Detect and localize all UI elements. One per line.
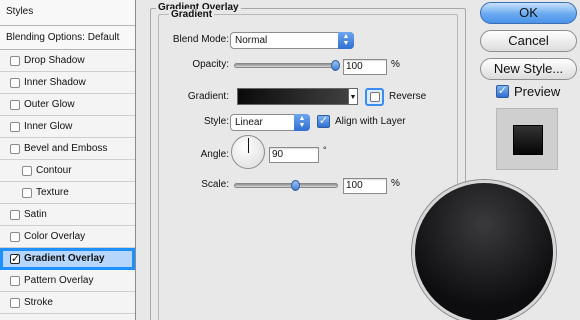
gradient-swatch[interactable] bbox=[237, 88, 349, 105]
gradient-dropdown-arrow-icon[interactable]: ▼ bbox=[349, 88, 358, 105]
style-item-inner-glow[interactable]: Inner Glow bbox=[0, 116, 135, 138]
ok-button[interactable]: OK bbox=[480, 2, 577, 24]
blend-mode-label: Blend Mode: bbox=[172, 34, 229, 45]
style-item-label: Drop Shadow bbox=[24, 55, 85, 66]
opacity-slider-track[interactable] bbox=[234, 63, 338, 68]
style-value: Linear bbox=[235, 117, 263, 128]
checkbox-box-icon bbox=[370, 92, 380, 102]
preview-label: Preview bbox=[514, 84, 561, 99]
scale-input[interactable]: 100 bbox=[343, 178, 387, 194]
gradient-label: Gradient: bbox=[187, 91, 229, 102]
style-item-label: Inner Shadow bbox=[24, 77, 86, 88]
align-with-layer-label: Align with Layer bbox=[335, 116, 406, 127]
bevel-emboss-checkbox[interactable] bbox=[10, 144, 20, 154]
outer-glow-checkbox[interactable] bbox=[10, 100, 20, 110]
style-item-gradient-overlay[interactable]: ✓ Gradient Overlay bbox=[0, 248, 135, 270]
angle-needle-icon bbox=[248, 138, 249, 153]
reverse-label: Reverse bbox=[389, 91, 427, 102]
style-item-label: Bevel and Emboss bbox=[24, 143, 108, 154]
gradient-overlay-checkbox[interactable]: ✓ bbox=[10, 254, 20, 265]
texture-checkbox[interactable] bbox=[22, 188, 32, 198]
style-preview-thumbnail bbox=[496, 108, 558, 170]
blend-mode-value: Normal bbox=[235, 35, 268, 46]
gradient-section: Gradient Blend Mode: Normal ▲ ▼ Opacity: … bbox=[158, 9, 458, 320]
angle-label: Angle: bbox=[200, 149, 229, 160]
style-item-label: Satin bbox=[24, 209, 47, 220]
inner-shadow-checkbox[interactable] bbox=[10, 78, 20, 88]
style-items: Drop Shadow Inner Shadow Outer Glow Inne… bbox=[0, 50, 135, 314]
scale-label: Scale: bbox=[201, 179, 229, 190]
preview-checkbox[interactable]: ✓ bbox=[496, 85, 509, 98]
style-item-inner-shadow[interactable]: Inner Shadow bbox=[0, 72, 135, 94]
opacity-unit: % bbox=[391, 59, 400, 70]
style-item-color-overlay[interactable]: Color Overlay bbox=[0, 226, 135, 248]
style-item-label: Color Overlay bbox=[24, 231, 86, 242]
satin-checkbox[interactable] bbox=[10, 210, 20, 220]
style-item-satin[interactable]: Satin bbox=[0, 204, 135, 226]
color-overlay-checkbox[interactable] bbox=[10, 232, 20, 242]
stroke-checkbox[interactable] bbox=[10, 298, 20, 308]
updown-arrows-icon: ▲ ▼ bbox=[338, 32, 354, 49]
style-item-label: Contour bbox=[36, 165, 72, 176]
section-title: Gradient bbox=[169, 9, 215, 20]
new-style-button[interactable]: New Style... bbox=[480, 58, 577, 80]
style-item-label: Pattern Overlay bbox=[24, 275, 94, 286]
reverse-checkbox[interactable] bbox=[365, 88, 384, 106]
inner-glow-checkbox[interactable] bbox=[10, 122, 20, 132]
pattern-overlay-checkbox[interactable] bbox=[10, 276, 20, 286]
scale-slider-thumb[interactable] bbox=[291, 180, 300, 191]
style-select[interactable]: Linear ▲ ▼ bbox=[230, 114, 310, 131]
angle-unit: ° bbox=[323, 145, 327, 155]
style-item-stroke[interactable]: Stroke bbox=[0, 292, 135, 314]
angle-dial[interactable] bbox=[231, 135, 265, 169]
cancel-button[interactable]: Cancel bbox=[480, 30, 577, 52]
style-item-label: Texture bbox=[36, 187, 69, 198]
preview-square bbox=[513, 125, 543, 155]
style-item-outer-glow[interactable]: Outer Glow bbox=[0, 94, 135, 116]
scale-slider-track[interactable] bbox=[234, 183, 338, 188]
style-item-label: Stroke bbox=[24, 297, 53, 308]
updown-arrows-icon: ▲ ▼ bbox=[294, 114, 310, 131]
contour-checkbox[interactable] bbox=[22, 166, 32, 176]
styles-list-panel: Styles Blending Options: Default Drop Sh… bbox=[0, 0, 136, 320]
opacity-slider-thumb[interactable] bbox=[331, 60, 340, 71]
drop-shadow-checkbox[interactable] bbox=[10, 56, 20, 66]
style-item-texture[interactable]: Texture bbox=[0, 182, 135, 204]
scale-unit: % bbox=[391, 178, 400, 189]
style-item-bevel-emboss[interactable]: Bevel and Emboss bbox=[0, 138, 135, 160]
align-with-layer-checkbox[interactable]: ✓ bbox=[317, 115, 330, 128]
style-item-contour[interactable]: Contour bbox=[0, 160, 135, 182]
style-item-drop-shadow[interactable]: Drop Shadow bbox=[0, 50, 135, 72]
opacity-input[interactable]: 100 bbox=[343, 59, 387, 75]
style-label: Style: bbox=[203, 116, 229, 127]
blend-mode-select[interactable]: Normal ▲ ▼ bbox=[230, 32, 354, 49]
styles-header[interactable]: Styles bbox=[0, 0, 135, 26]
angle-input[interactable]: 90 bbox=[269, 147, 319, 163]
blending-options-item[interactable]: Blending Options: Default bbox=[0, 26, 135, 50]
canvas-circle-artwork bbox=[412, 180, 556, 320]
style-item-label: Inner Glow bbox=[24, 121, 73, 132]
style-item-label: Outer Glow bbox=[24, 99, 75, 110]
style-item-label: Gradient Overlay bbox=[24, 253, 105, 264]
opacity-label: Opacity: bbox=[192, 59, 229, 70]
style-item-pattern-overlay[interactable]: Pattern Overlay bbox=[0, 270, 135, 292]
